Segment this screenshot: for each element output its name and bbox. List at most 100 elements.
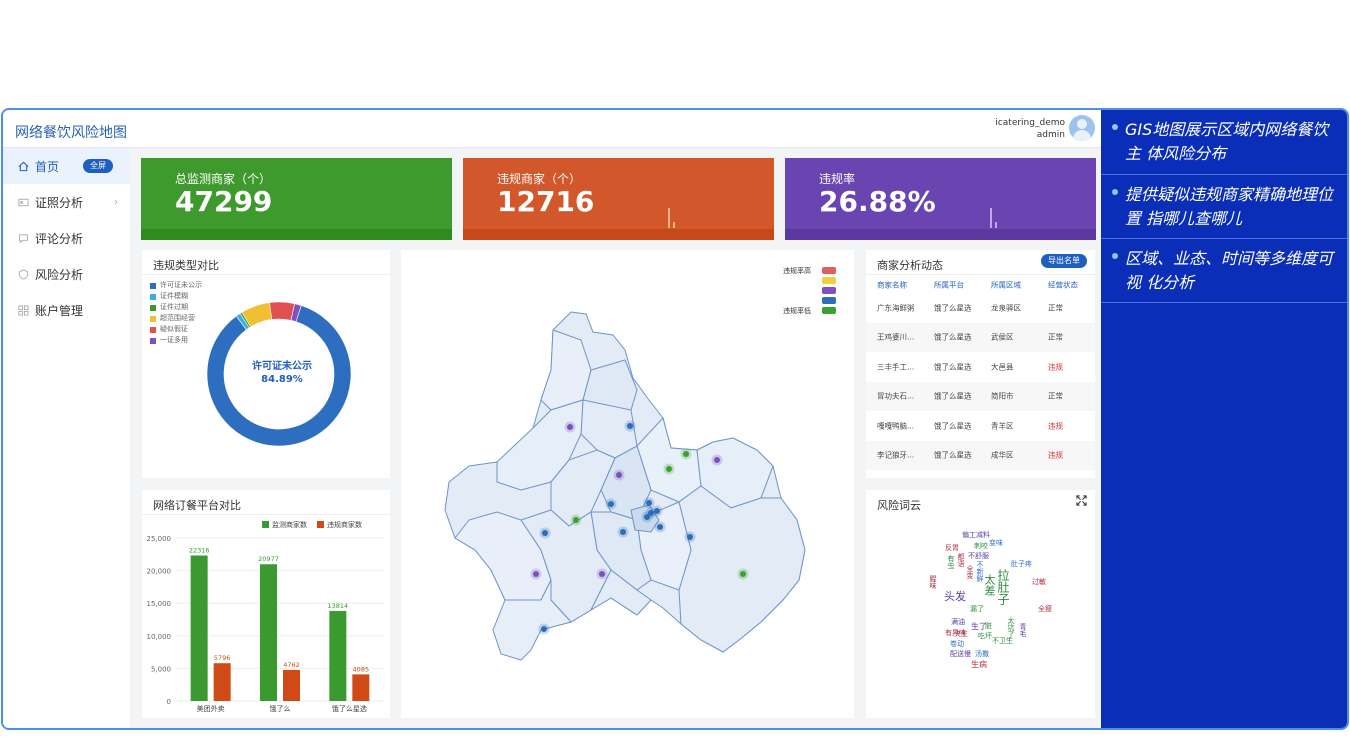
table-row[interactable]: 李记狼牙... 饿了么星选 成华区 违规 [866,440,1095,470]
sidebar-item-accounts[interactable]: 账户管理 [3,292,130,328]
word-cloud-word[interactable]: 漏了 [970,606,984,613]
column-header[interactable]: 商家名称 [877,280,925,291]
word-cloud-word[interactable]: 过敏 [1032,579,1046,586]
map-marker[interactable] [627,423,633,429]
fullscreen-button[interactable]: 全屏 [83,159,113,173]
donut-center: 许可证未公示 84.89% [242,360,322,386]
table-cell: 正常 [1048,391,1063,401]
word-cloud-word[interactable]: 全瘦 [1038,606,1052,613]
divider [866,274,1095,275]
panel-title: 商家分析动态 [877,259,943,272]
column-header[interactable]: 所属区域 [991,280,1021,291]
table-cell: 冒功夫石... [877,391,915,401]
table-cell: 青羊区 [991,421,1014,431]
table-cell: 三丰手工... [877,362,915,372]
expand-icon[interactable] [1076,495,1087,509]
kpi-value: 26.88% [819,185,936,218]
map-marker[interactable] [666,466,672,472]
word-cloud-word[interactable]: 刺咬 [974,543,988,550]
merchant-table: 商家名称 所属平台 所属区域 经营状态 广东海鲜粥 饿了么星选 龙泉驿区 正常 王鸡婆川… [866,277,1095,470]
map-marker[interactable] [541,626,547,632]
platform-panel: 网络订餐平台对比 0 5,000 10,000 15,000 20,000 25,000 监… [142,490,390,718]
bar[interactable] [190,555,208,701]
map-marker[interactable] [567,424,573,430]
map-marker[interactable] [687,534,693,540]
word-cloud-word[interactable]: 不舒服 [968,553,989,560]
map-marker[interactable] [616,472,622,478]
table-row[interactable]: 冒功夫石... 饿了么星选 简阳市 正常 [866,381,1095,411]
column-header[interactable]: 经营状态 [1048,280,1078,291]
word-cloud-word[interactable]: 都语 [957,553,965,567]
sidebar-item-risk[interactable]: 风险分析 [3,256,130,292]
word-cloud-word[interactable]: 太坑了 [1007,617,1015,638]
word-cloud-word[interactable]: 配送慢 [950,651,971,658]
bar[interactable] [260,564,277,701]
legend-label[interactable]: 违规商家数 [327,520,362,529]
word-cloud-word[interactable]: 反胃 [945,545,959,552]
word-cloud-word[interactable]: 卷动 [950,641,964,648]
legend-swatch [262,521,269,528]
word-cloud-word[interactable]: 满油 [951,619,965,626]
table-cell: 李记狼牙... [877,450,915,460]
word-cloud-word[interactable]: 腥味 [929,575,937,589]
legend-label[interactable]: 监测商家数 [272,520,307,529]
word-cloud-word[interactable]: 脏 [985,623,992,630]
region-map[interactable] [401,250,854,718]
map-marker[interactable] [599,571,605,577]
map-marker[interactable] [714,457,720,463]
avatar[interactable] [1069,115,1095,141]
word-cloud-word[interactable]: 吃坏 [978,633,992,640]
map-panel: 违规率高 违规率低 [401,250,854,718]
table-header: 商家名称 所属平台 所属区域 经营状态 [866,277,1095,293]
word-cloud-word[interactable]: 全变 [966,565,974,579]
table-row[interactable]: 三丰手工... 饿了么星选 大邑县 违规 [866,352,1095,382]
word-cloud-word[interactable]: 肚子疼 [1011,561,1032,568]
bar[interactable] [283,669,300,701]
table-row[interactable]: 广东海鲜粥 饿了么星选 龙泉驿区 正常 [866,293,1095,323]
bullet-icon [1112,124,1118,130]
map-marker[interactable] [573,517,579,523]
word-cloud-word[interactable]: 太差 [983,574,996,596]
x-tick-label: 饿了么 [270,704,291,713]
map-marker[interactable] [620,529,626,535]
bar[interactable] [329,610,347,701]
word-cloud-word[interactable]: 有异味 [945,630,966,637]
map-marker[interactable] [657,524,663,530]
bar[interactable] [213,663,231,701]
sidebar-item-license[interactable]: 证照分析 › [3,184,130,220]
word-cloud-word[interactable]: 偏工减料 [962,532,990,539]
map-marker[interactable] [683,451,689,457]
donut-slice[interactable] [269,301,296,321]
word-cloud-word[interactable]: 汤撒 [975,651,989,658]
map-marker[interactable] [654,508,660,514]
word-cloud-word[interactable]: 不新鲜 [976,561,984,582]
home-icon [17,160,29,172]
user-info[interactable]: icatering_demo admin [995,117,1065,141]
username: icatering_demo [995,118,1065,128]
word-cloud-word[interactable]: 有虫 [947,555,955,569]
map-marker[interactable] [644,514,650,520]
map-marker[interactable] [608,501,614,507]
word-cloud-word[interactable]: 青毛 [1019,623,1027,637]
column-header[interactable]: 所属平台 [934,280,964,291]
sidebar-item-comments[interactable]: 评论分析 [3,220,130,256]
map-marker[interactable] [533,571,539,577]
bar-value-label: 22316 [189,546,210,554]
word-cloud-word[interactable]: 生病 [971,661,987,669]
export-list-button[interactable]: 导出名单 [1041,254,1087,268]
map-marker[interactable] [542,530,548,536]
word-cloud-word[interactable]: 变味 [989,540,1003,547]
table-row[interactable]: 王鸡婆川... 饿了么星选 武侯区 正常 [866,322,1095,352]
map-marker[interactable] [646,500,652,506]
word-cloud-word[interactable]: 不卫生 [992,638,1013,645]
sidebar-item-home[interactable]: 首页 全屏 [3,148,130,184]
table-row[interactable]: 嘎嘎鸭脑... 饿了么星选 青羊区 违规 [866,411,1095,441]
table-cell: 正常 [1048,303,1063,313]
shield-icon [17,268,29,280]
kpi-value: 47299 [175,185,273,218]
bar[interactable] [352,674,370,701]
violation-types-panel: 违规类型对比 许可证未公示 证件模糊 证件过期 超范围经营 疑似假证 一证多用 许可证未公… [142,250,390,478]
word-cloud-word[interactable]: 拉肚子 [996,569,1010,605]
map-marker[interactable] [740,571,746,577]
word-cloud-word[interactable]: 头发 [944,591,966,602]
